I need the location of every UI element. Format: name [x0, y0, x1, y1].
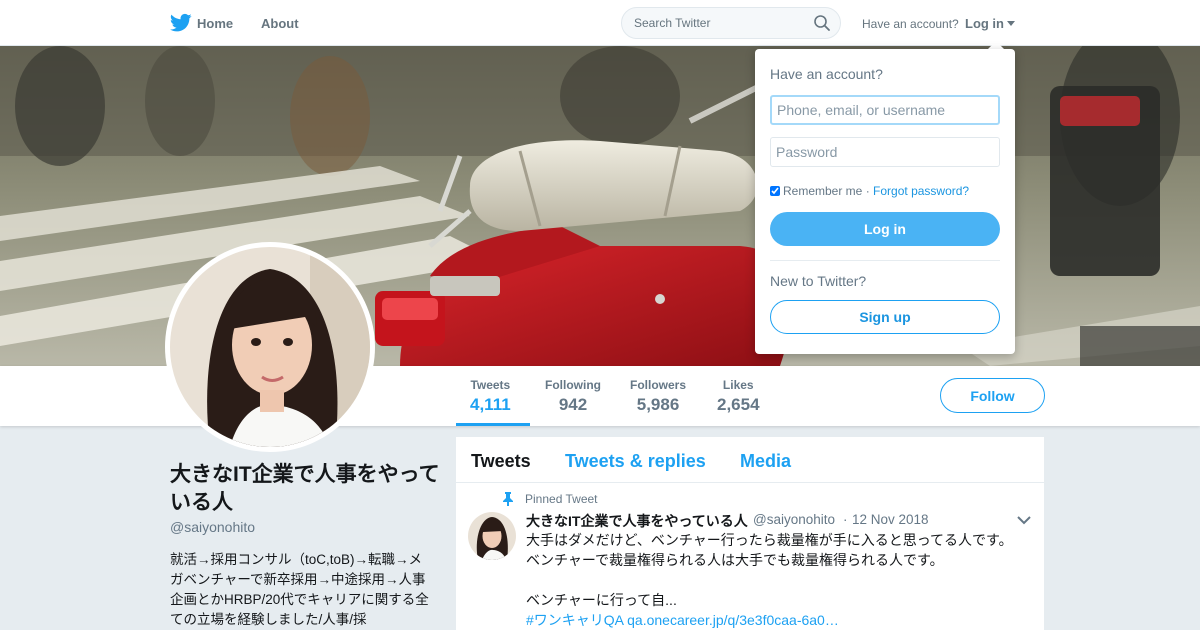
- stat-label: Tweets: [470, 378, 511, 392]
- tweet-avatar[interactable]: [468, 512, 516, 560]
- search-input[interactable]: [622, 8, 802, 38]
- profile-name: 大きなIT企業で人事をやっている人: [170, 463, 440, 514]
- profile-handle[interactable]: @saiyonohito: [170, 519, 255, 535]
- tweet-link[interactable]: #ワンキャリQA qa.onecareer.jp/q/3e3f0caa-6a0…: [526, 610, 839, 630]
- stat-tweets[interactable]: Tweets 4,111: [470, 378, 511, 415]
- active-stat-underline: [456, 423, 530, 426]
- login-dropdown: Have an account? Remember me · Forgot pa…: [755, 49, 1015, 354]
- stat-value: 5,986: [636, 395, 680, 414]
- tweet-line: 大手はダメだけど、ベンチャー行ったら裁量権が手に入ると思ってる人です。: [526, 532, 1013, 548]
- profile-avatar[interactable]: [165, 242, 375, 452]
- remember-me-label: Remember me: [783, 184, 863, 198]
- tweet-text: 大手はダメだけど、ベンチャー行ったら裁量権が手に入ると思ってる人です。 ベンチャ…: [526, 530, 1031, 610]
- twitter-bird-icon[interactable]: [170, 13, 192, 33]
- tweet-date[interactable]: 12 Nov 2018: [852, 512, 929, 527]
- follow-button[interactable]: Follow: [940, 378, 1045, 413]
- remember-me[interactable]: Remember me · Forgot password?: [770, 184, 969, 198]
- have-account-text: Have an account?: [862, 17, 959, 31]
- pin-icon: [503, 492, 513, 506]
- login-button[interactable]: Log in: [770, 212, 1000, 246]
- stat-followers[interactable]: Followers 5,986: [630, 378, 686, 415]
- stat-value: 942: [558, 395, 588, 414]
- tweet-line: ベンチャーで裁量権得られる人は大手でも裁量権得られる人です。: [526, 552, 944, 568]
- divider: [770, 260, 1000, 261]
- dropdown-title: Have an account?: [770, 66, 883, 82]
- stat-label: Following: [545, 378, 601, 392]
- stat-value: 4,111: [470, 395, 511, 414]
- dropdown-arrow: [988, 41, 1004, 49]
- stat-following[interactable]: Following 942: [545, 378, 601, 415]
- password-field[interactable]: [770, 137, 1000, 167]
- nav-home-link[interactable]: Home: [197, 16, 233, 31]
- search-icon[interactable]: [814, 15, 830, 31]
- stat-label: Likes: [722, 378, 754, 392]
- tweet-line: ベンチャーに行って自...: [526, 592, 677, 608]
- tweet-separator: ·: [843, 512, 848, 527]
- profile-bio: 就活→採用コンサル（toC,toB)→転職→メガベンチャーで新卒採用→中途採用→…: [170, 552, 429, 627]
- remember-me-checkbox[interactable]: [770, 186, 780, 196]
- remember-separator: ·: [865, 184, 870, 198]
- top-nav: Home About Have an account? Log in: [0, 0, 1200, 46]
- signup-button[interactable]: Sign up: [770, 300, 1000, 334]
- username-field[interactable]: [770, 95, 1000, 125]
- stat-label: Followers: [630, 378, 687, 392]
- forgot-password-link[interactable]: Forgot password?: [873, 184, 969, 198]
- tweet-author-handle[interactable]: @saiyonohito: [753, 512, 835, 527]
- pinned-tweet-label: Pinned Tweet: [525, 492, 598, 506]
- tab-tweets[interactable]: Tweets: [471, 451, 531, 472]
- login-menu-button[interactable]: Log in: [965, 16, 1004, 31]
- timeline-tabs: Tweets Tweets & replies Media: [456, 437, 1044, 483]
- stat-value: 2,654: [717, 395, 760, 414]
- stat-likes[interactable]: Likes 2,654: [717, 378, 760, 415]
- chevron-down-icon[interactable]: [1017, 515, 1031, 525]
- new-to-twitter-text: New to Twitter?: [770, 273, 867, 289]
- tweet-author-name[interactable]: 大きなIT企業で人事をやっている人: [526, 511, 748, 531]
- nav-about-link[interactable]: About: [261, 16, 299, 31]
- tab-tweets-replies[interactable]: Tweets & replies: [565, 451, 706, 472]
- search-box: [621, 7, 841, 39]
- caret-down-icon[interactable]: [1007, 21, 1015, 26]
- tab-media[interactable]: Media: [740, 451, 791, 472]
